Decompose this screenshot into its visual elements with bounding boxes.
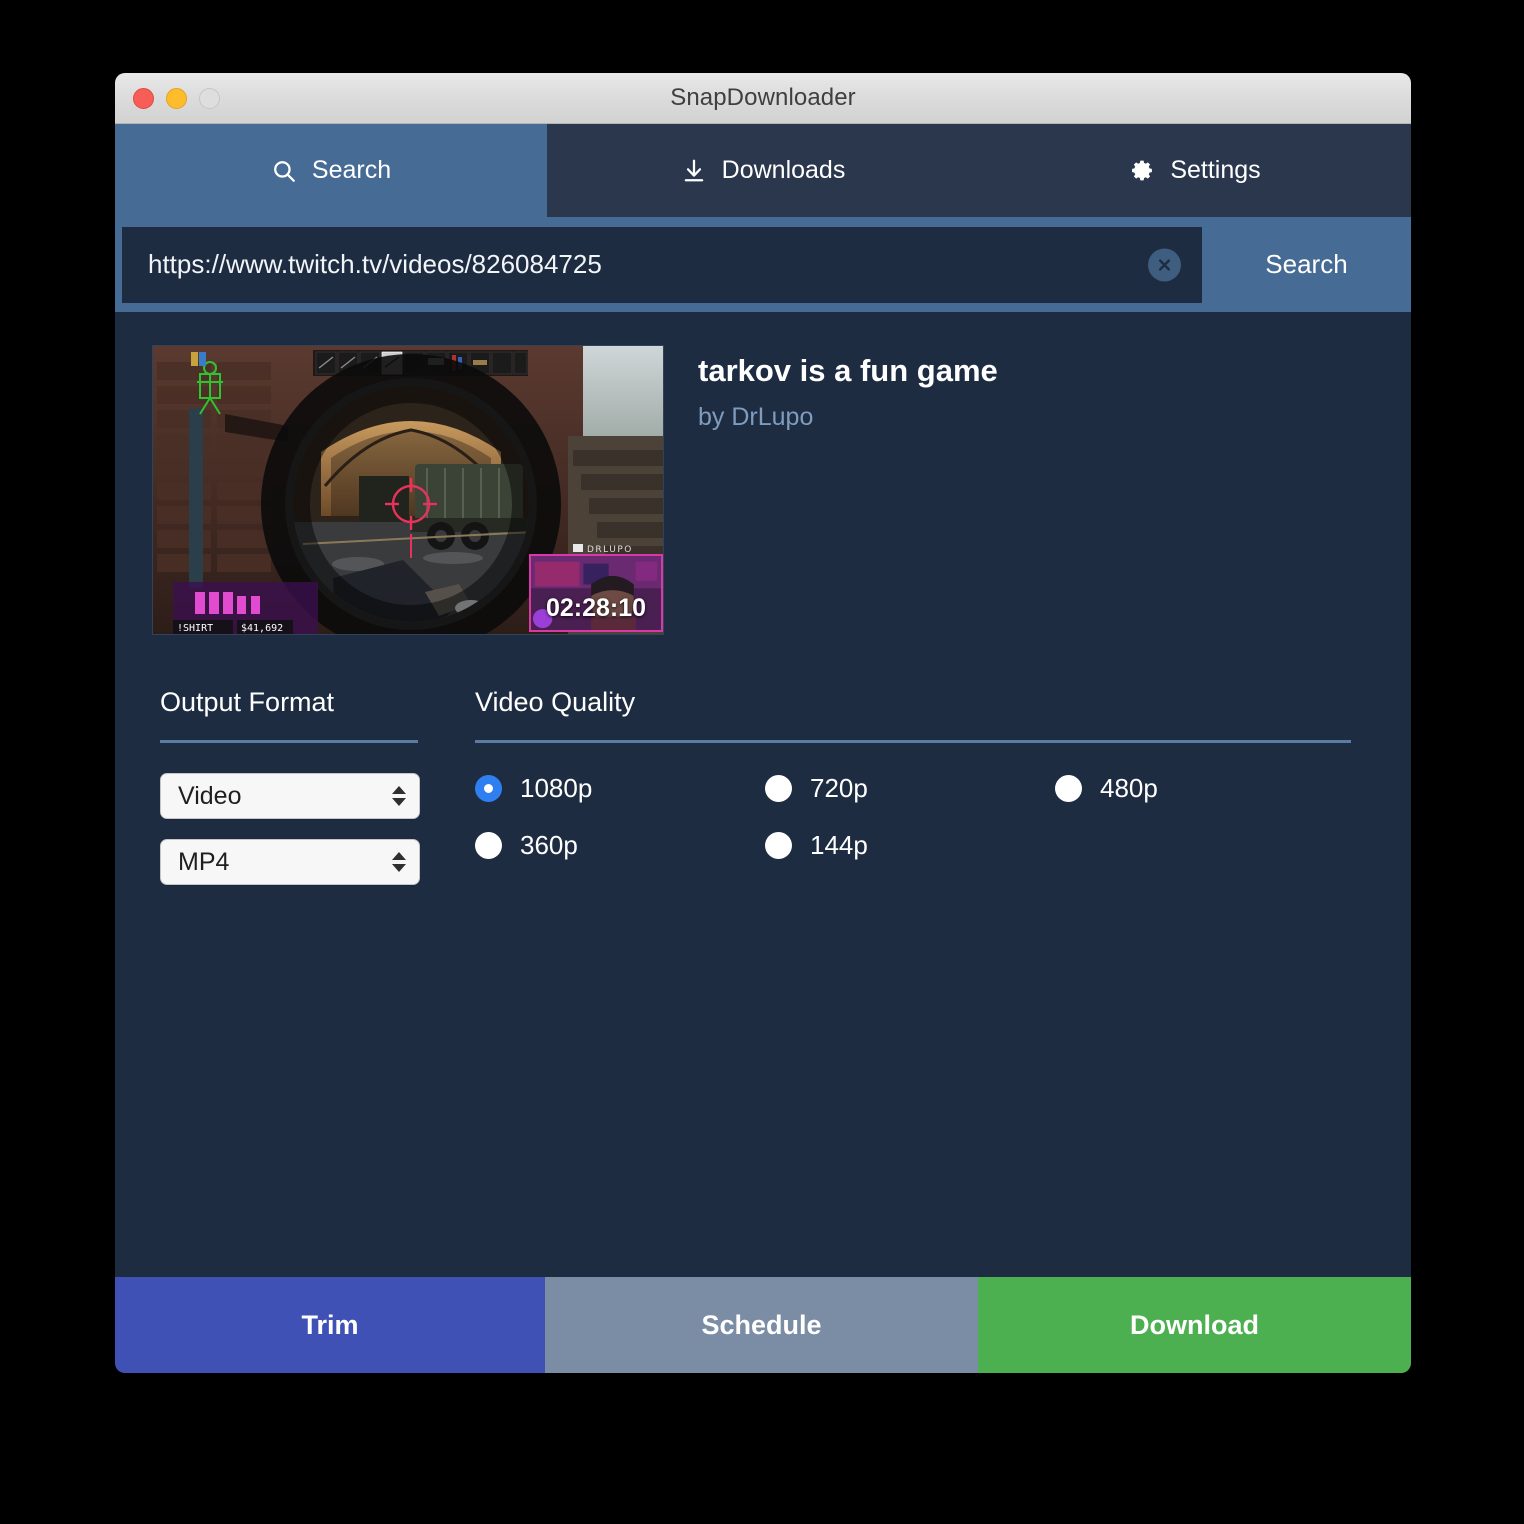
chevron-updown-icon (392, 786, 406, 806)
svg-text:!SHIRT: !SHIRT (177, 623, 213, 634)
video-duration-badge: 02:28:10 (529, 554, 663, 632)
minimize-button[interactable] (166, 87, 187, 109)
options-area: Output Format Video MP4 Video Quality 10… (115, 635, 1411, 905)
output-container-value: MP4 (178, 847, 230, 876)
gear-icon (1129, 158, 1155, 184)
video-thumbnail[interactable]: !SHIRT $41,692 DRLUPO 02:28:10 (152, 345, 664, 635)
tab-settings[interactable]: Settings (979, 124, 1411, 217)
video-duration: 02:28:10 (545, 594, 647, 622)
quality-label: 144p (810, 830, 868, 860)
video-quality-heading: Video Quality (475, 687, 636, 717)
video-quality-divider (475, 740, 1351, 743)
search-icon (271, 158, 297, 184)
zoom-button (199, 87, 220, 109)
output-type-value: Video (178, 781, 242, 810)
tab-settings-label: Settings (1170, 156, 1261, 184)
tab-search[interactable]: Search (115, 124, 547, 217)
video-author: by DrLupo (698, 403, 814, 431)
video-meta: tarkov is a fun game by DrLupo (664, 345, 998, 635)
tab-downloads[interactable]: Downloads (547, 124, 979, 217)
tab-downloads-label: Downloads (721, 156, 846, 184)
tab-bar: Search Downloads Settings (115, 124, 1411, 217)
quality-radio-1080p[interactable]: 1080p (475, 773, 765, 804)
window-title: SnapDownloader (670, 84, 856, 111)
quality-label: 480p (1100, 773, 1158, 803)
quality-label: 720p (810, 773, 868, 803)
search-input-value: https://www.twitch.tv/videos/826084725 (148, 249, 602, 279)
download-button[interactable]: Download (978, 1277, 1411, 1373)
clear-circle-x-icon[interactable] (1148, 248, 1181, 281)
video-quality-panel: Video Quality 1080p 720p 480p 360p 144p (475, 687, 1411, 905)
main-content: !SHIRT $41,692 DRLUPO 02:28:10 tarkov is… (115, 312, 1411, 1277)
trim-button[interactable]: Trim (115, 1277, 545, 1373)
radio-icon (475, 775, 502, 802)
quality-radio-720p[interactable]: 720p (765, 773, 1055, 804)
output-format-divider (160, 740, 418, 743)
quality-grid-spacer (1055, 830, 1345, 861)
quality-label: 1080p (520, 773, 593, 803)
output-type-select[interactable]: Video (160, 773, 420, 819)
download-icon (681, 158, 707, 184)
chevron-updown-icon (392, 852, 406, 872)
quality-label: 360p (520, 830, 578, 860)
video-result: !SHIRT $41,692 DRLUPO 02:28:10 tarkov is… (115, 312, 1411, 635)
radio-icon (765, 775, 792, 802)
traffic-lights (133, 73, 220, 123)
output-format-heading: Output Format (160, 687, 335, 717)
schedule-button[interactable]: Schedule (545, 1277, 978, 1373)
search-button[interactable]: Search (1202, 217, 1411, 312)
video-quality-options: 1080p 720p 480p 360p 144p (475, 773, 1351, 861)
svg-text:$41,692: $41,692 (241, 623, 283, 634)
search-input[interactable]: https://www.twitch.tv/videos/826084725 (122, 226, 1202, 303)
video-title: tarkov is a fun game (698, 353, 998, 388)
search-bar: https://www.twitch.tv/videos/826084725 S… (115, 217, 1411, 312)
output-container-select[interactable]: MP4 (160, 839, 420, 885)
radio-icon (475, 832, 502, 859)
title-bar: SnapDownloader (115, 73, 1411, 124)
app-window: SnapDownloader Search Downloads Settings… (115, 73, 1411, 1373)
radio-icon (765, 832, 792, 859)
tab-search-label: Search (311, 156, 392, 184)
quality-radio-144p[interactable]: 144p (765, 830, 1055, 861)
output-format-panel: Output Format Video MP4 (160, 687, 475, 905)
screen: SnapDownloader Search Downloads Settings… (0, 0, 1524, 1524)
action-bar: Trim Schedule Download (115, 1277, 1411, 1373)
radio-icon (1055, 775, 1082, 802)
close-button[interactable] (133, 87, 154, 109)
quality-radio-480p[interactable]: 480p (1055, 773, 1345, 804)
quality-radio-360p[interactable]: 360p (475, 830, 765, 861)
